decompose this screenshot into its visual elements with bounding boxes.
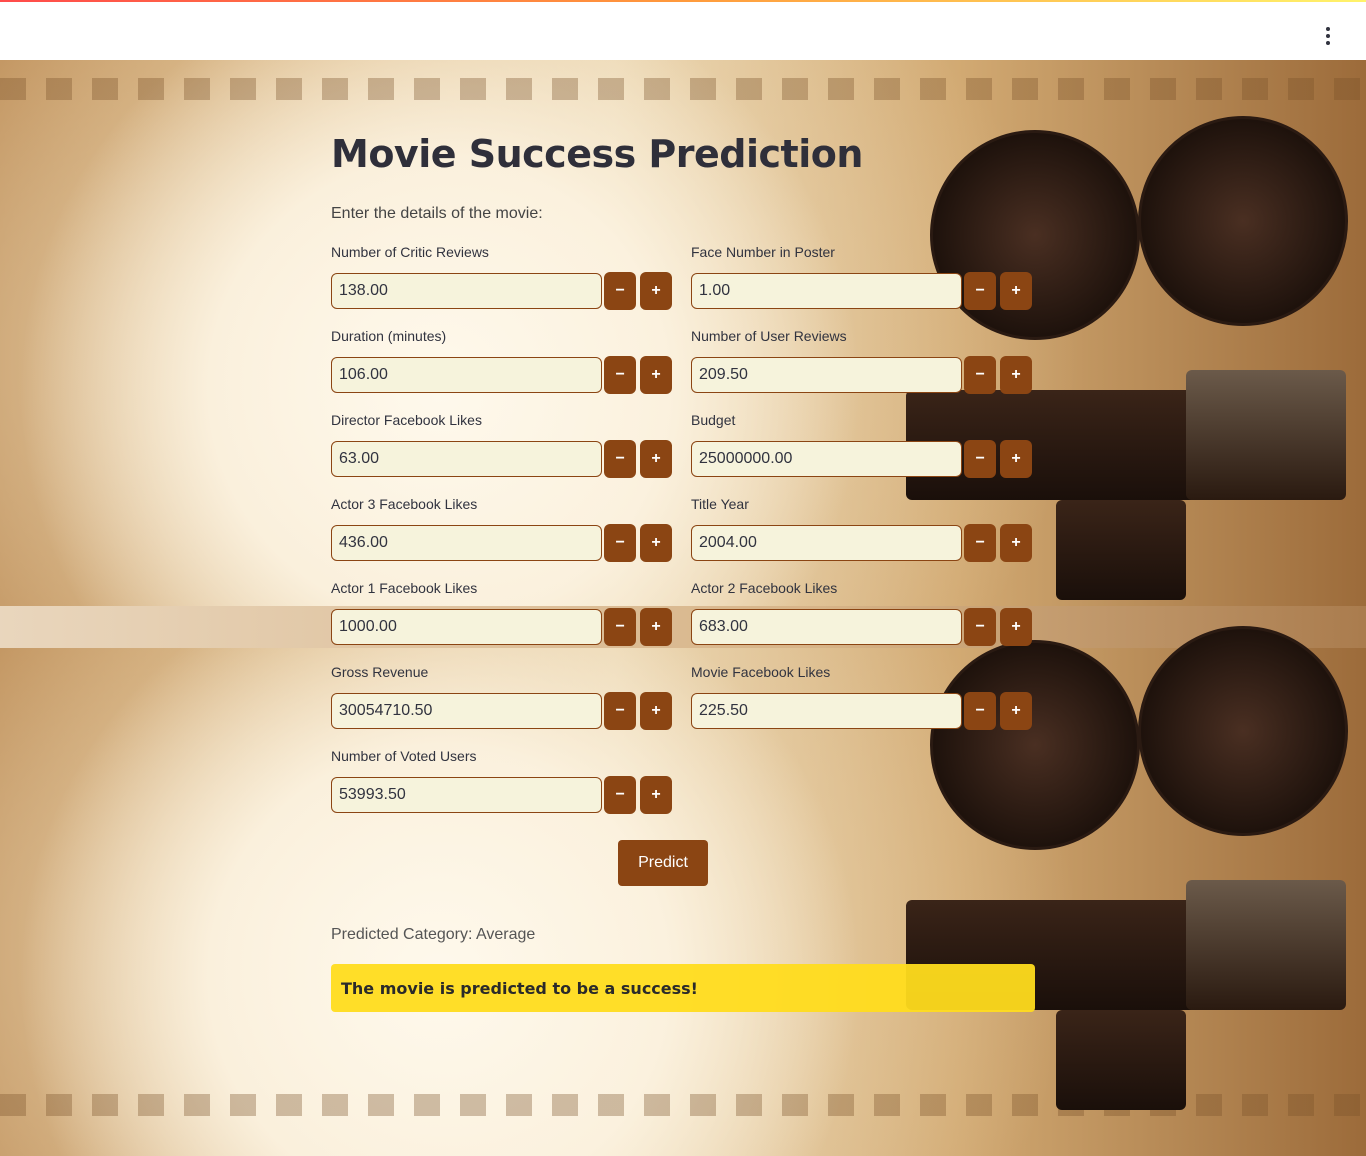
- director-likes-input[interactable]: [331, 441, 603, 477]
- field-director-likes: Director Facebook Likes − +: [331, 412, 673, 478]
- field-duration: Duration (minutes) − +: [331, 328, 673, 394]
- decrement-button[interactable]: −: [604, 440, 637, 478]
- field-gross: Gross Revenue − +: [331, 664, 673, 730]
- decrement-button[interactable]: −: [964, 692, 997, 730]
- budget-input[interactable]: [691, 441, 963, 477]
- movie-likes-input[interactable]: [691, 693, 963, 729]
- predict-button[interactable]: Predict: [618, 840, 708, 886]
- increment-button[interactable]: +: [640, 524, 673, 562]
- page-subtitle: Enter the details of the movie:: [331, 205, 543, 222]
- increment-button[interactable]: +: [640, 608, 673, 646]
- decrement-button[interactable]: −: [964, 608, 997, 646]
- field-label: Director Facebook Likes: [331, 412, 482, 428]
- field-label: Number of Voted Users: [331, 748, 477, 764]
- critic-reviews-input[interactable]: [331, 273, 603, 309]
- vertical-ellipsis-icon[interactable]: [1316, 24, 1340, 48]
- decrement-button[interactable]: −: [604, 356, 637, 394]
- field-label: Actor 1 Facebook Likes: [331, 580, 478, 596]
- decrement-button[interactable]: −: [964, 356, 997, 394]
- field-actor1-likes: Actor 1 Facebook Likes − +: [331, 580, 673, 646]
- field-user-reviews: Number of User Reviews − +: [691, 328, 1033, 394]
- voted-users-input[interactable]: [331, 777, 603, 813]
- actor2-likes-input[interactable]: [691, 609, 963, 645]
- film-strip-decoration: [0, 78, 1366, 100]
- field-movie-likes: Movie Facebook Likes − +: [691, 664, 1033, 730]
- increment-button[interactable]: +: [640, 776, 673, 814]
- user-reviews-input[interactable]: [691, 357, 963, 393]
- decrement-button[interactable]: −: [604, 776, 637, 814]
- field-label: Movie Facebook Likes: [691, 664, 831, 680]
- decrement-button[interactable]: −: [604, 272, 637, 310]
- field-budget: Budget − +: [691, 412, 1033, 478]
- decrement-button[interactable]: −: [604, 692, 637, 730]
- field-label: Title Year: [691, 496, 749, 512]
- field-label: Actor 3 Facebook Likes: [331, 496, 478, 512]
- field-actor2-likes: Actor 2 Facebook Likes − +: [691, 580, 1033, 646]
- increment-button[interactable]: +: [640, 692, 673, 730]
- decrement-button[interactable]: −: [604, 608, 637, 646]
- success-banner: The movie is predicted to be a success!: [331, 964, 1035, 1012]
- actor1-likes-input[interactable]: [331, 609, 603, 645]
- predicted-category: Predicted Category: Average: [331, 926, 536, 943]
- field-voted-users: Number of Voted Users − +: [331, 748, 673, 814]
- gross-revenue-input[interactable]: [331, 693, 603, 729]
- increment-button[interactable]: +: [1000, 356, 1033, 394]
- field-label: Number of Critic Reviews: [331, 244, 489, 260]
- field-label: Actor 2 Facebook Likes: [691, 580, 838, 596]
- increment-button[interactable]: +: [640, 440, 673, 478]
- increment-button[interactable]: +: [1000, 608, 1033, 646]
- decrement-button[interactable]: −: [604, 524, 637, 562]
- field-title-year: Title Year − +: [691, 496, 1033, 562]
- title-year-input[interactable]: [691, 525, 963, 561]
- field-label: Gross Revenue: [331, 664, 429, 680]
- increment-button[interactable]: +: [640, 356, 673, 394]
- increment-button[interactable]: +: [1000, 440, 1033, 478]
- decrement-button[interactable]: −: [964, 524, 997, 562]
- field-critic-reviews: Number of Critic Reviews − +: [331, 244, 673, 310]
- decrement-button[interactable]: −: [964, 272, 997, 310]
- field-actor3-likes: Actor 3 Facebook Likes − +: [331, 496, 673, 562]
- page-title: Movie Success Prediction: [331, 132, 863, 176]
- face-number-input[interactable]: [691, 273, 963, 309]
- field-label: Number of User Reviews: [691, 328, 847, 344]
- field-label: Face Number in Poster: [691, 244, 835, 260]
- increment-button[interactable]: +: [1000, 524, 1033, 562]
- duration-input[interactable]: [331, 357, 603, 393]
- field-label: Budget: [691, 412, 736, 428]
- field-face-number: Face Number in Poster − +: [691, 244, 1033, 310]
- field-label: Duration (minutes): [331, 328, 447, 344]
- decrement-button[interactable]: −: [964, 440, 997, 478]
- increment-button[interactable]: +: [640, 272, 673, 310]
- app-header: [0, 2, 1366, 60]
- increment-button[interactable]: +: [1000, 692, 1033, 730]
- actor3-likes-input[interactable]: [331, 525, 603, 561]
- increment-button[interactable]: +: [1000, 272, 1033, 310]
- success-message: The movie is predicted to be a success!: [341, 978, 698, 998]
